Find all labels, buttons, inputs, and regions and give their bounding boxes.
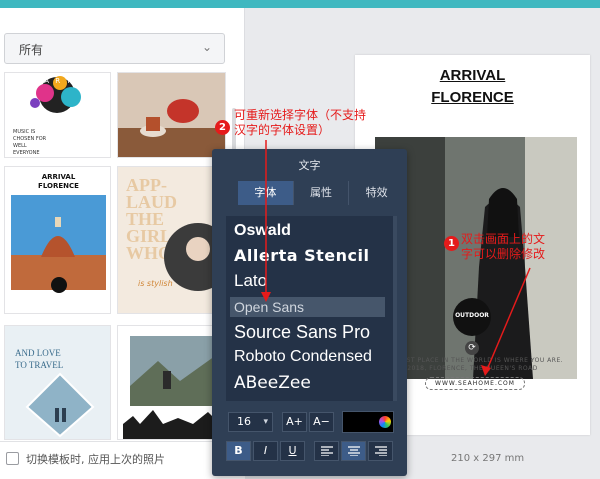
arrow-1-head bbox=[481, 365, 491, 376]
annotation-badge-2: 2 bbox=[215, 120, 230, 135]
annotation-note-1: 双击画面上的文 字可以删除修改 bbox=[461, 232, 546, 261]
annotation-note-2: 可重新选择字体（不支持 汉字的字体设置） bbox=[234, 108, 367, 137]
arrow-2-head bbox=[261, 292, 271, 302]
arrow-1-line bbox=[485, 267, 531, 373]
annotation-badge-1: 1 bbox=[444, 236, 459, 251]
